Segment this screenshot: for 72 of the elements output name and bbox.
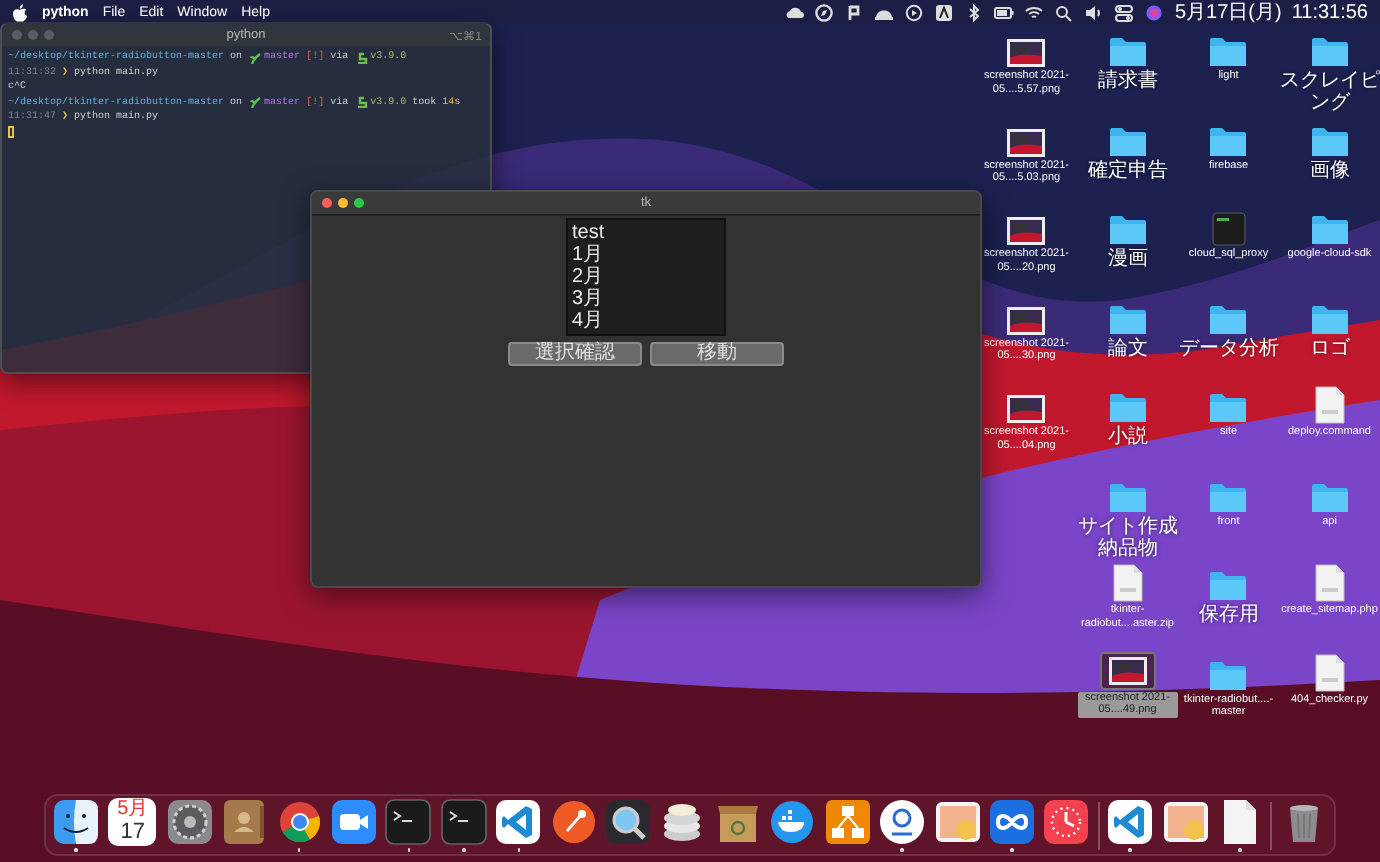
file-label[interactable]: 論文	[1107, 337, 1148, 359]
document-icon[interactable]	[1313, 386, 1346, 424]
battery-icon[interactable]	[994, 3, 1015, 21]
image-thumbnail-icon[interactable]	[1006, 38, 1047, 68]
menu-bar-date[interactable]: 5月17日(月)	[1174, 1, 1282, 23]
close-button[interactable]	[322, 198, 332, 208]
ring-icon[interactable]	[878, 798, 927, 847]
file-label[interactable]: スクレイピング	[1279, 70, 1380, 114]
code-editor-icon[interactable]	[1106, 798, 1155, 847]
document-icon[interactable]	[1313, 653, 1346, 691]
orb-icon[interactable]	[1144, 3, 1165, 21]
photo-icon[interactable]	[1161, 798, 1210, 847]
clock-icon[interactable]	[1042, 798, 1091, 847]
whale-icon[interactable]	[768, 798, 817, 847]
cloud-icon[interactable]	[784, 3, 805, 21]
image-thumbnail-icon[interactable]	[1006, 394, 1047, 424]
volume-icon[interactable]	[1084, 3, 1105, 21]
video-camera-icon[interactable]	[330, 798, 379, 847]
play-icon[interactable]	[904, 3, 925, 21]
toggles-icon[interactable]	[1114, 3, 1135, 21]
browser-icon[interactable]	[275, 798, 324, 847]
terminal-app-icon[interactable]	[1211, 212, 1246, 246]
list-item[interactable]: 1月	[572, 244, 720, 266]
flowchart-icon[interactable]	[823, 798, 872, 847]
list-item[interactable]: test	[572, 222, 720, 244]
list-box[interactable]: test 1月 2月 3月 4月	[566, 218, 726, 336]
search-icon[interactable]	[1054, 3, 1075, 21]
snake-icon	[356, 51, 369, 64]
document-icon[interactable]	[1111, 564, 1144, 602]
minimize-button[interactable]	[338, 198, 348, 208]
gear-icon[interactable]	[165, 798, 214, 847]
list-item[interactable]: 4月	[572, 310, 720, 332]
sprout-icon	[250, 51, 263, 64]
file-label[interactable]: 小説	[1107, 426, 1148, 448]
face-icon[interactable]	[52, 798, 100, 847]
image-thumbnail-icon[interactable]	[1006, 127, 1047, 157]
infinity-icon[interactable]	[987, 798, 1036, 847]
terminal-icon[interactable]	[439, 798, 488, 847]
image-thumbnail-icon[interactable]	[1006, 305, 1047, 335]
menu-bar-time[interactable]: 11:31:56	[1291, 1, 1368, 23]
snake-icon	[356, 96, 369, 109]
code-editor-icon[interactable]	[494, 798, 543, 847]
contacts-book-icon[interactable]	[220, 798, 269, 847]
magnifier-icon[interactable]	[604, 798, 653, 847]
terminal-icon[interactable]	[384, 798, 433, 847]
file-label[interactable]: サイト作成納品物	[1077, 515, 1178, 559]
apple-menu-icon[interactable]	[12, 3, 28, 21]
file-label[interactable]: 漫画	[1107, 248, 1148, 270]
text-cursor	[8, 126, 14, 139]
file-label[interactable]: 請求書	[1097, 70, 1158, 92]
file-label[interactable]: 確定申告	[1087, 159, 1168, 181]
image-thumbnail-icon[interactable]	[1107, 655, 1148, 685]
sprout-icon	[250, 96, 263, 109]
file-label[interactable]: 保存用	[1198, 604, 1259, 626]
photo-icon[interactable]	[933, 798, 981, 847]
file-label[interactable]: 画像	[1309, 159, 1350, 181]
file-label[interactable]: ロゴ	[1309, 337, 1350, 359]
document-icon[interactable]	[1313, 564, 1346, 602]
flag-icon[interactable]	[844, 3, 865, 21]
calendar-icon[interactable]: 5月 17	[108, 798, 157, 847]
wifi-icon[interactable]	[1024, 3, 1045, 21]
compass-icon[interactable]	[814, 3, 835, 21]
image-thumbnail-icon[interactable]	[1006, 216, 1047, 246]
list-item[interactable]: 2月	[572, 266, 720, 288]
bluetooth-icon[interactable]	[964, 3, 985, 21]
calendar-month: 5月	[117, 798, 149, 821]
zoom-button[interactable]	[354, 198, 364, 208]
list-item[interactable]: 3月	[572, 288, 720, 310]
action-button[interactable]: 選択確認	[508, 342, 642, 366]
calendar-day: 17	[120, 820, 146, 845]
folder-icon[interactable]	[1208, 36, 1249, 68]
action-button[interactable]: 移動	[650, 342, 784, 366]
